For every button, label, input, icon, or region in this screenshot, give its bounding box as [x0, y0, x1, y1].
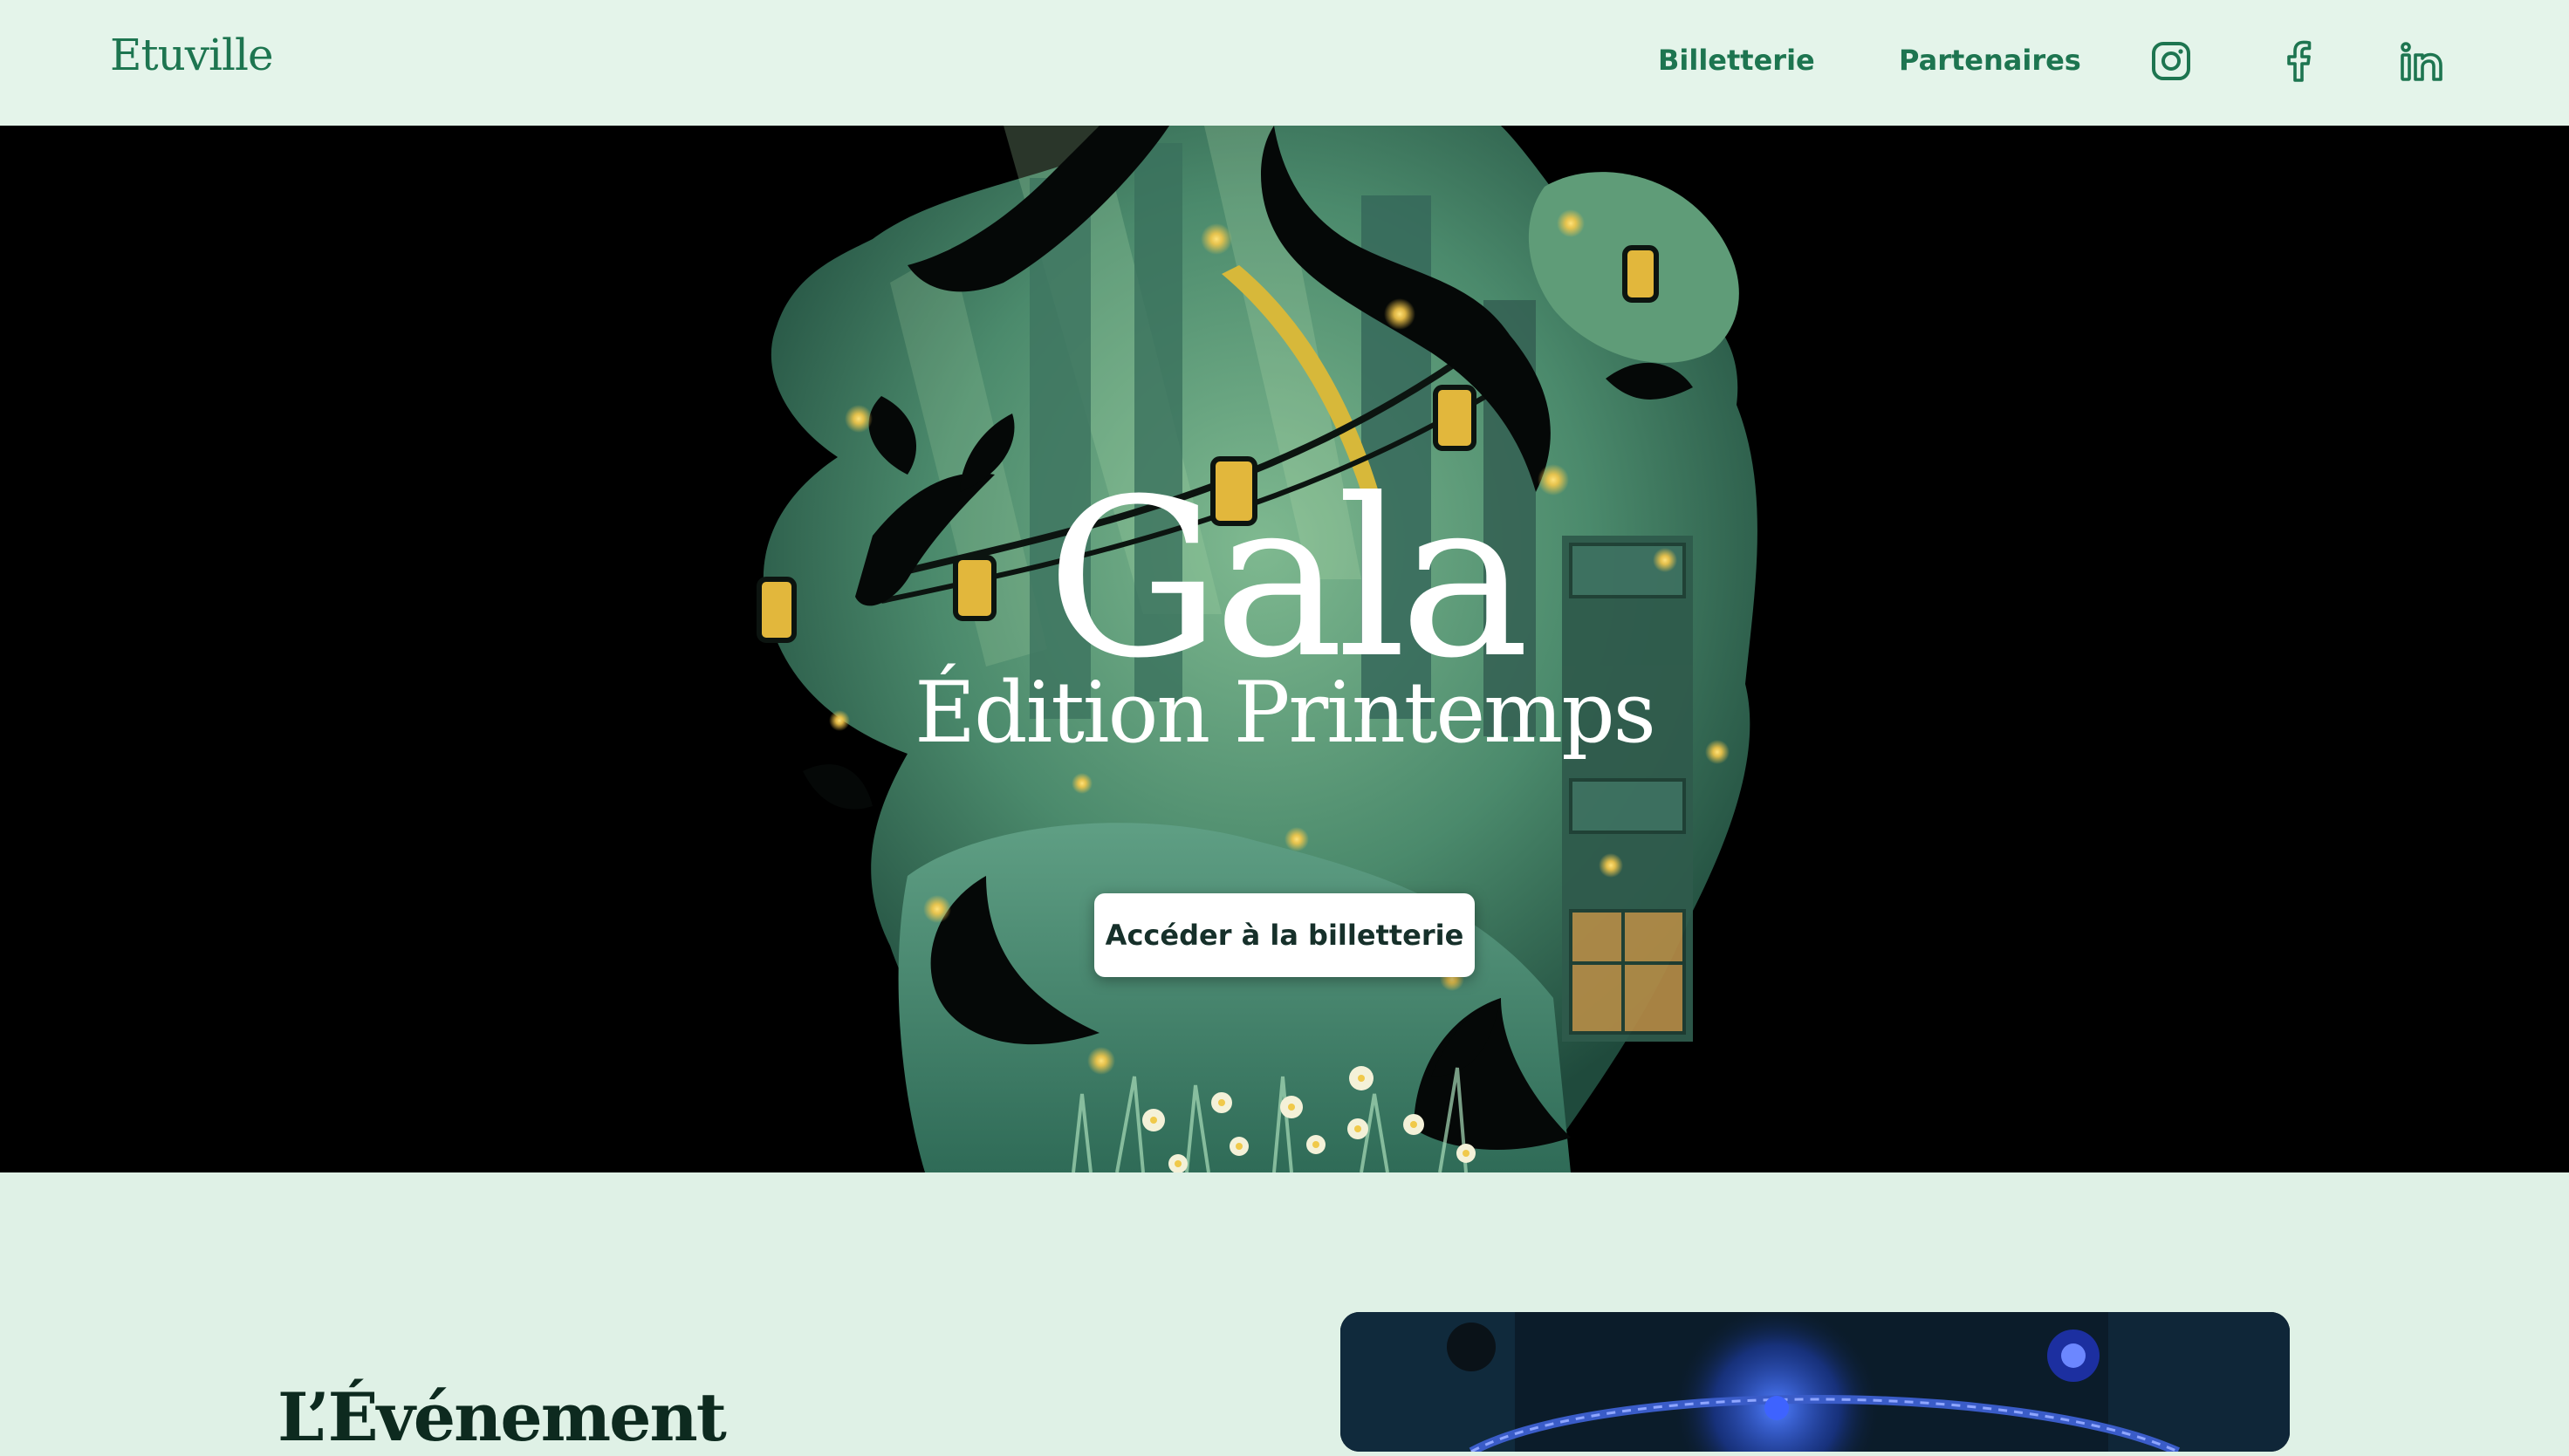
linkedin-icon[interactable] [2400, 38, 2445, 84]
instagram-icon[interactable] [2148, 38, 2194, 84]
event-stage-photo [1340, 1312, 2290, 1452]
hero-title: Gala [1046, 452, 1530, 706]
hero-banner: Gala Édition Printemps Accéder à la bill… [0, 126, 2569, 1172]
nav-link-billetterie[interactable]: Billetterie [1658, 44, 1815, 77]
event-section-title: L’Événement [277, 1378, 727, 1456]
facebook-icon[interactable] [2276, 38, 2321, 84]
ticketing-cta-button[interactable]: Accéder à la billetterie [1094, 893, 1475, 977]
site-logo[interactable]: Etuville [110, 30, 274, 80]
stage-lights-image [1340, 1312, 2290, 1452]
nav-link-partenaires[interactable]: Partenaires [1899, 44, 2081, 77]
hero-subtitle: Édition Printemps [915, 664, 1656, 762]
site-header: Etuville Billetterie Partenaires [0, 0, 2569, 126]
